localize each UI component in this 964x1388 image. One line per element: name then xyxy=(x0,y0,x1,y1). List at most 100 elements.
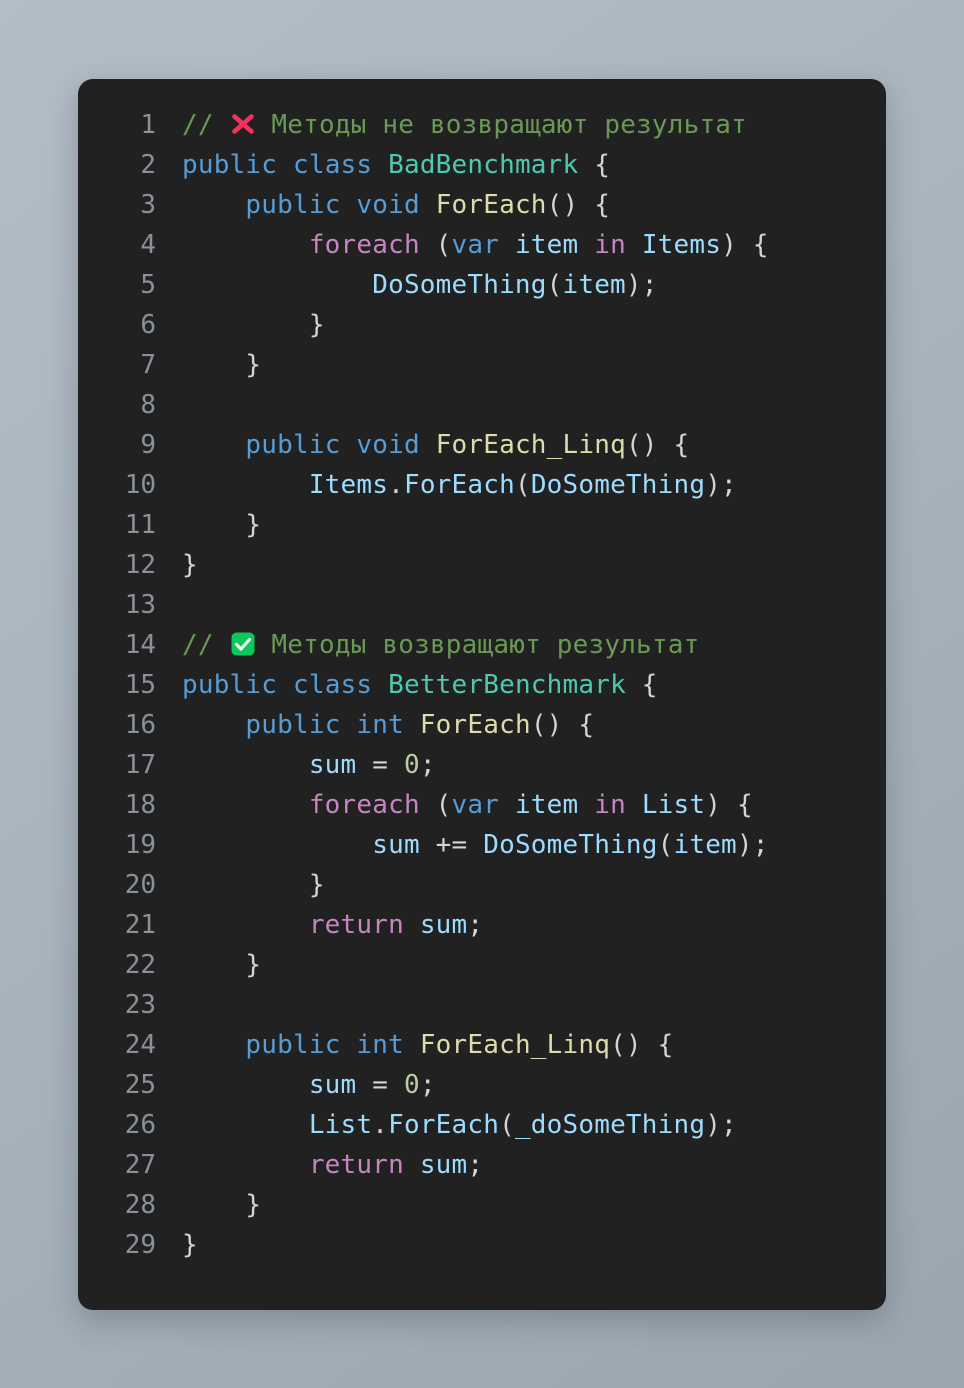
code-block[interactable]: 1// Методы не возвращают результат 2 publi… xyxy=(78,105,886,1265)
code-line: 21 return sum; xyxy=(78,905,886,945)
token-comment: // xyxy=(182,630,230,660)
token-punct: } xyxy=(182,1230,198,1260)
token-punct: { xyxy=(578,150,611,180)
token-punct: ); xyxy=(736,830,769,860)
token-number: 0 xyxy=(403,750,420,780)
token-variable: List xyxy=(641,790,706,820)
token-punct xyxy=(277,670,293,700)
line-content: } xyxy=(156,865,886,905)
code-line: 10 Items.ForEach(DoSomeThing); xyxy=(78,465,886,505)
token-punct: } xyxy=(245,950,262,980)
token-punct xyxy=(341,1030,357,1060)
token-punct xyxy=(499,790,515,820)
code-line: 17 sum = 0; xyxy=(78,745,886,785)
token-method: ForEach_Linq xyxy=(419,1030,611,1060)
token-punct: ; xyxy=(467,910,484,940)
line-content: } xyxy=(156,505,886,545)
token-punct: ( xyxy=(514,470,531,500)
token-variable: ForEach xyxy=(403,470,515,500)
token-method: ForEach_Linq xyxy=(435,430,626,460)
line-number: 29 xyxy=(124,1230,156,1260)
token-comment: Методы не возвращают результат xyxy=(255,110,748,140)
token-variable: sum xyxy=(419,910,468,940)
code-line: 29} xyxy=(78,1225,886,1265)
line-content: } xyxy=(156,345,886,385)
token-variable: item xyxy=(514,230,579,260)
code-line: 22 } xyxy=(78,945,886,985)
line-number: 1 xyxy=(140,110,156,140)
line-content: sum += DoSomeThing(item); xyxy=(156,825,886,865)
token-number: 0 xyxy=(403,1070,420,1100)
line-content: return sum; xyxy=(156,905,886,945)
line-content: Items.ForEach(DoSomeThing); xyxy=(156,465,886,505)
token-punct: ) { xyxy=(705,790,753,820)
line-number: 4 xyxy=(140,230,156,260)
token-punct xyxy=(578,230,594,260)
token-punct xyxy=(420,190,436,220)
line-content: sum = 0; xyxy=(156,1065,886,1105)
token-variable: sum xyxy=(372,830,420,860)
token-control: return xyxy=(308,910,404,940)
token-variable: DoSomeThing xyxy=(530,470,706,500)
line-number: 28 xyxy=(124,1190,156,1220)
line-content: public int ForEach() { xyxy=(156,705,886,745)
line-number: 3 xyxy=(140,190,156,220)
token-punct xyxy=(404,1150,420,1180)
token-punct: ); xyxy=(705,1110,737,1140)
line-number: 7 xyxy=(140,350,156,380)
token-punct xyxy=(626,230,642,260)
code-line: 6 } xyxy=(78,305,886,345)
code-line: 24 public int ForEach_Linq() { xyxy=(78,1025,886,1065)
token-punct: } xyxy=(308,870,325,900)
line-number: 13 xyxy=(124,590,156,620)
line-content: } xyxy=(156,305,886,345)
token-punct xyxy=(404,1030,420,1060)
line-content: // Методы не возвращают результат xyxy=(156,105,886,145)
token-keyword: class xyxy=(292,670,373,700)
token-variable: ForEach xyxy=(388,1110,500,1140)
cross-mark-icon xyxy=(230,111,256,137)
token-punct: . xyxy=(388,470,404,500)
line-number: 10 xyxy=(124,470,156,500)
token-control: foreach xyxy=(308,230,420,260)
token-control: foreach xyxy=(308,790,420,820)
token-punct: ( xyxy=(419,230,452,260)
line-number: 23 xyxy=(124,990,156,1020)
code-line: 1// Методы не возвращают результат xyxy=(78,105,886,145)
token-punct xyxy=(341,710,357,740)
line-number: 2 xyxy=(140,150,156,180)
token-keyword: int xyxy=(356,710,404,740)
token-punct: ; xyxy=(419,1070,436,1100)
code-line: 8 xyxy=(78,385,886,425)
line-number: 22 xyxy=(124,950,156,980)
code-line: 3 public void ForEach() { xyxy=(78,185,886,225)
code-line: 27 return sum; xyxy=(78,1145,886,1185)
token-punct xyxy=(404,710,420,740)
token-punct: ; xyxy=(467,1150,484,1180)
token-variable: _doSomeThing xyxy=(514,1110,706,1140)
token-keyword: public xyxy=(182,670,278,700)
line-content: public void ForEach_Linq() { xyxy=(156,425,886,465)
code-line: 13 xyxy=(78,585,886,625)
token-keyword: class xyxy=(292,150,373,180)
line-number: 26 xyxy=(124,1110,156,1140)
token-control: in xyxy=(594,790,626,820)
token-type: BetterBenchmark xyxy=(388,670,626,700)
screenshot-stage: 1// Методы не возвращают результат 2 publi… xyxy=(0,0,964,1388)
token-punct xyxy=(626,790,642,820)
token-punct: ); xyxy=(625,270,658,300)
line-content: return sum; xyxy=(156,1145,886,1185)
token-variable: item xyxy=(562,270,626,300)
token-variable: DoSomeThing xyxy=(372,270,547,300)
token-type: BadBenchmark xyxy=(388,150,579,180)
line-number: 12 xyxy=(124,550,156,580)
